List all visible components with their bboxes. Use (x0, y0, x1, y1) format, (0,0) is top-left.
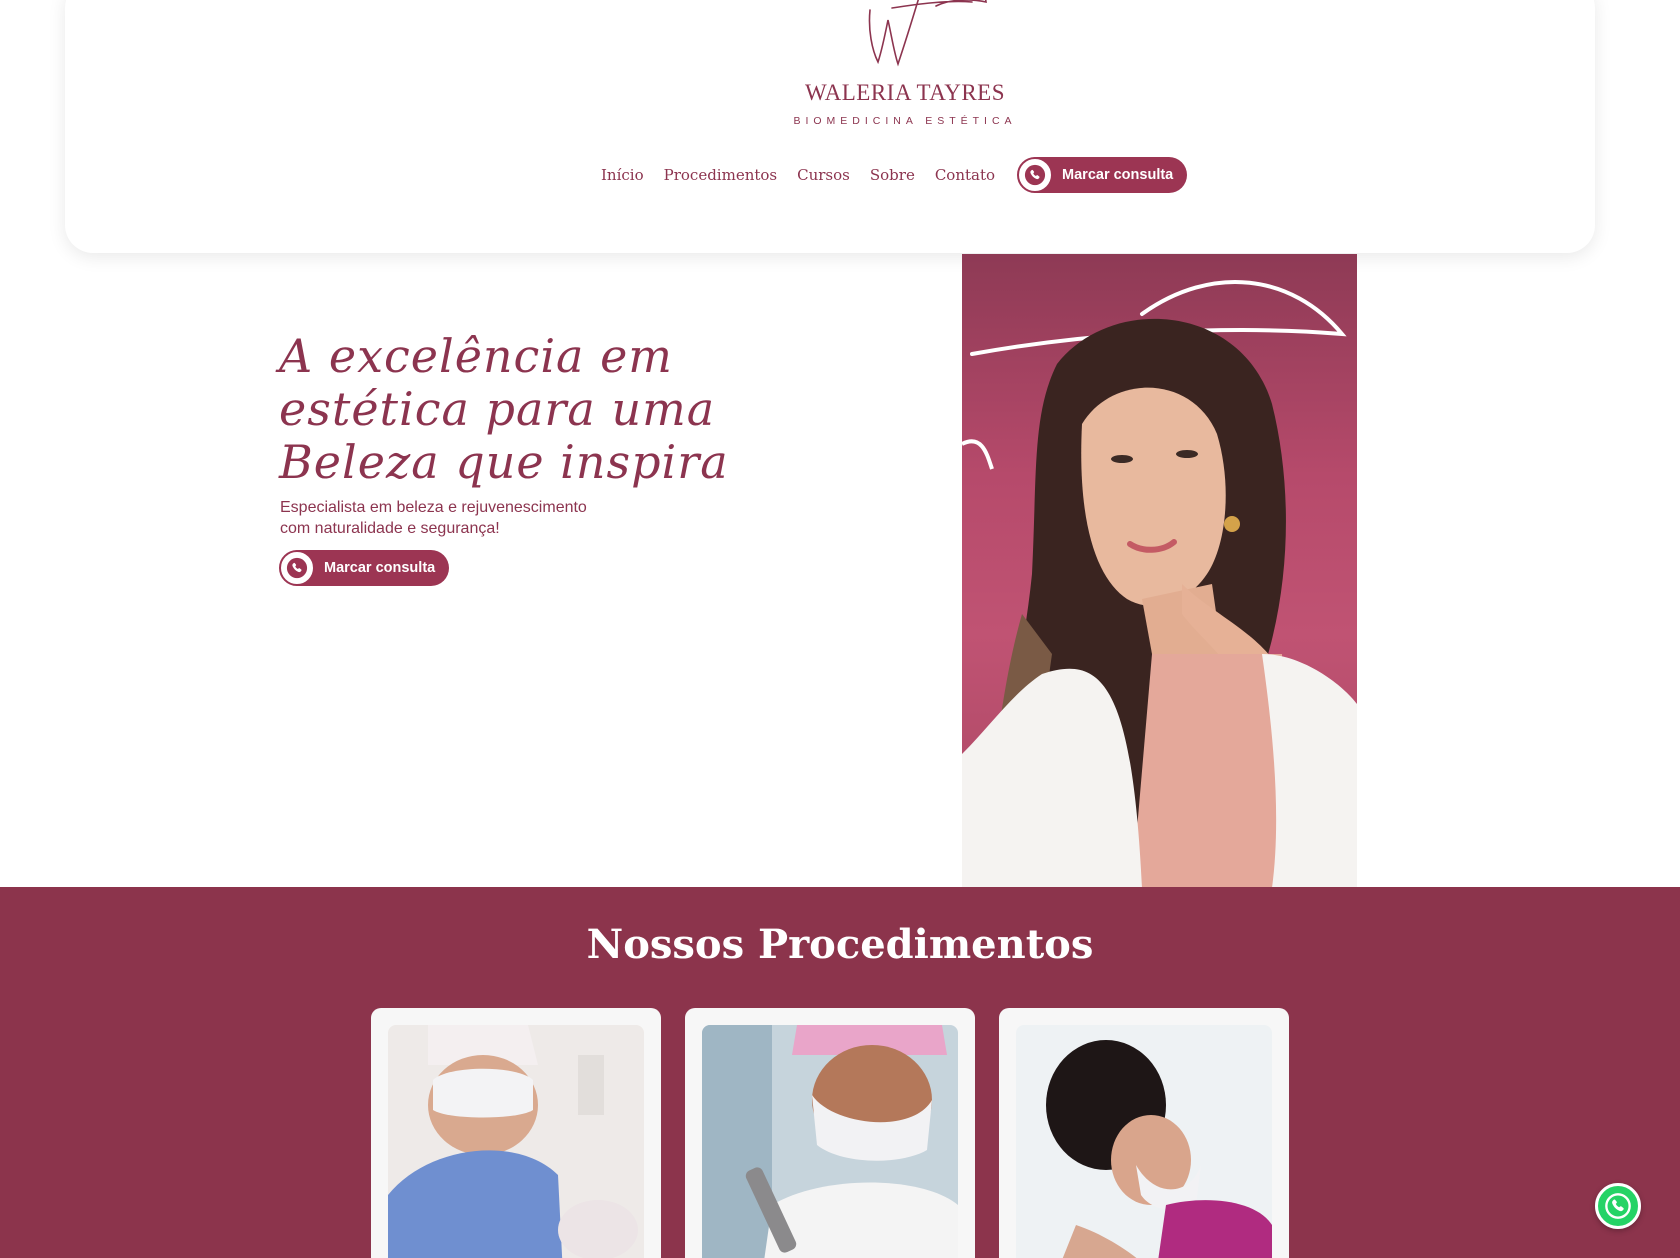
procedure-card[interactable] (685, 1008, 975, 1258)
header-card: WALERIA TAYRES BIOMEDICINA ESTÉTICA Iníc… (65, 0, 1595, 253)
hero-book-appointment-label: Marcar consulta (324, 560, 436, 576)
whatsapp-icon (279, 550, 315, 586)
hero-subtitle-line: Especialista em beleza e rejuvenesciment… (280, 499, 587, 516)
hero-book-appointment-button[interactable]: Marcar consulta (279, 550, 450, 586)
whatsapp-icon (1017, 157, 1054, 193)
nav-link-contato[interactable]: Contato (935, 166, 995, 184)
procedure-image (1016, 1025, 1272, 1258)
nav-link-procedimentos[interactable]: Procedimentos (664, 166, 778, 184)
brand-logo[interactable]: WALERIA TAYRES BIOMEDICINA ESTÉTICA (775, 0, 1035, 130)
nav-book-appointment-label: Marcar consulta (1062, 167, 1174, 183)
brand-name: WALERIA TAYRES (804, 80, 1006, 105)
procedure-image (388, 1025, 644, 1258)
whatsapp-float-icon (1605, 1193, 1631, 1219)
nav-book-appointment-button[interactable]: Marcar consulta (1017, 157, 1188, 193)
hero-title-line: Beleza que inspira (279, 435, 729, 489)
procedure-card[interactable] (999, 1008, 1289, 1258)
whatsapp-float-button[interactable] (1595, 1183, 1641, 1229)
main-nav: Início Procedimentos Cursos Sobre Contat… (601, 157, 1188, 193)
brand-tagline: BIOMEDICINA ESTÉTICA (793, 115, 1017, 127)
nav-link-cursos[interactable]: Cursos (797, 166, 850, 184)
hero-title-line: A excelência em (279, 329, 673, 383)
nav-link-inicio[interactable]: Início (601, 166, 644, 184)
procedures-section: Nossos Procedimentos (0, 887, 1680, 1258)
hero-portrait-image (962, 254, 1357, 888)
hero-title-line: estética para uma (279, 382, 716, 436)
hero-subtitle-line: com naturalidade e segurança! (280, 520, 500, 537)
hero-title: A excelência em estética para uma Beleza… (279, 330, 739, 489)
signature-logo-mark (868, 0, 987, 67)
procedure-card[interactable] (371, 1008, 661, 1258)
hero-subtitle: Especialista em beleza e rejuvenesciment… (280, 497, 660, 539)
procedure-image (702, 1025, 958, 1258)
procedures-title: Nossos Procedimentos (586, 921, 1094, 968)
nav-link-sobre[interactable]: Sobre (870, 166, 915, 184)
portrait-illustration (962, 279, 1357, 888)
